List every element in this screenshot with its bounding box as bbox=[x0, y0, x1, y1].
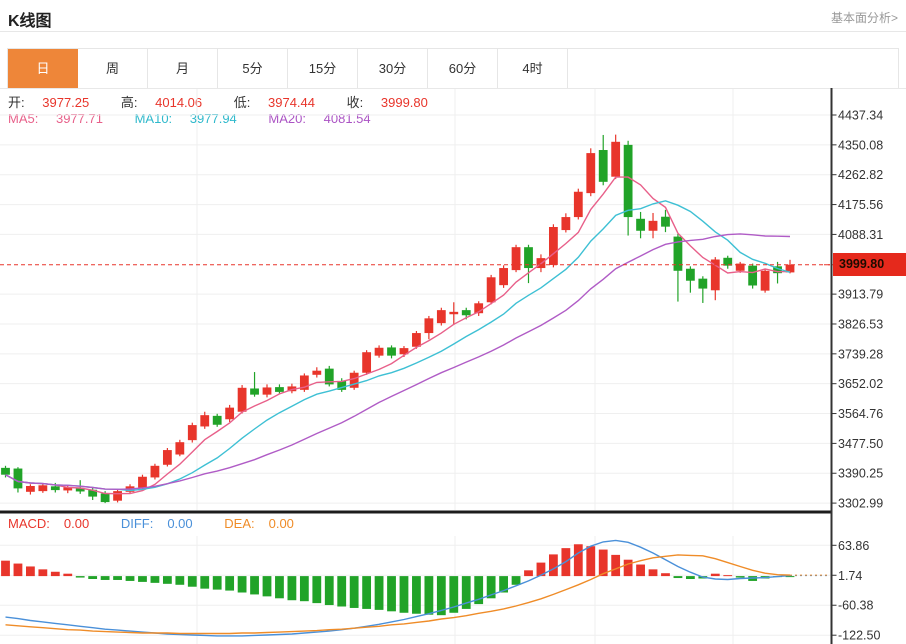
current-price-badge: 3999.80 bbox=[833, 253, 906, 276]
y-axis-label: 3564.76 bbox=[838, 407, 883, 421]
y-axis-label: 3390.25 bbox=[838, 467, 883, 481]
y-axis-label: -122.50 bbox=[838, 629, 880, 643]
y-axis-label: 4437.34 bbox=[838, 109, 883, 123]
macd-line-dea bbox=[6, 555, 791, 634]
panel-divider bbox=[0, 511, 831, 514]
y-axis-label: 63.86 bbox=[838, 539, 869, 553]
macd-line-diff bbox=[6, 540, 791, 636]
y-axis-label: 4262.82 bbox=[838, 168, 883, 182]
y-axis-label: 3913.79 bbox=[838, 288, 883, 302]
y-axis-label: 3477.50 bbox=[838, 437, 883, 451]
y-axis: 4437.34 4350.08 4262.82 4175.56 4088.31 3913.… bbox=[832, 88, 884, 644]
y-axis-label: 3652.02 bbox=[838, 377, 883, 391]
ma-line-ma10 bbox=[6, 201, 791, 491]
y-axis-label: 4088.31 bbox=[838, 228, 883, 242]
y-axis-label: 1.74 bbox=[838, 569, 862, 583]
ma-line-ma20 bbox=[6, 234, 791, 489]
ma-line-ma5 bbox=[6, 177, 791, 494]
y-axis-label: -60.38 bbox=[838, 599, 873, 613]
y-axis-label: 4350.08 bbox=[838, 138, 883, 152]
y-axis-label: 3302.99 bbox=[838, 497, 883, 511]
candlesticks bbox=[1, 135, 794, 503]
gridlines bbox=[0, 89, 906, 644]
y-axis-label: 3826.53 bbox=[838, 317, 883, 331]
y-axis-label: 4175.56 bbox=[838, 198, 883, 212]
kline-chart-canvas: 4437.34 4350.08 4262.82 4175.56 4088.31 3913.… bbox=[0, 0, 906, 644]
y-axis-label: 3739.28 bbox=[838, 347, 883, 361]
